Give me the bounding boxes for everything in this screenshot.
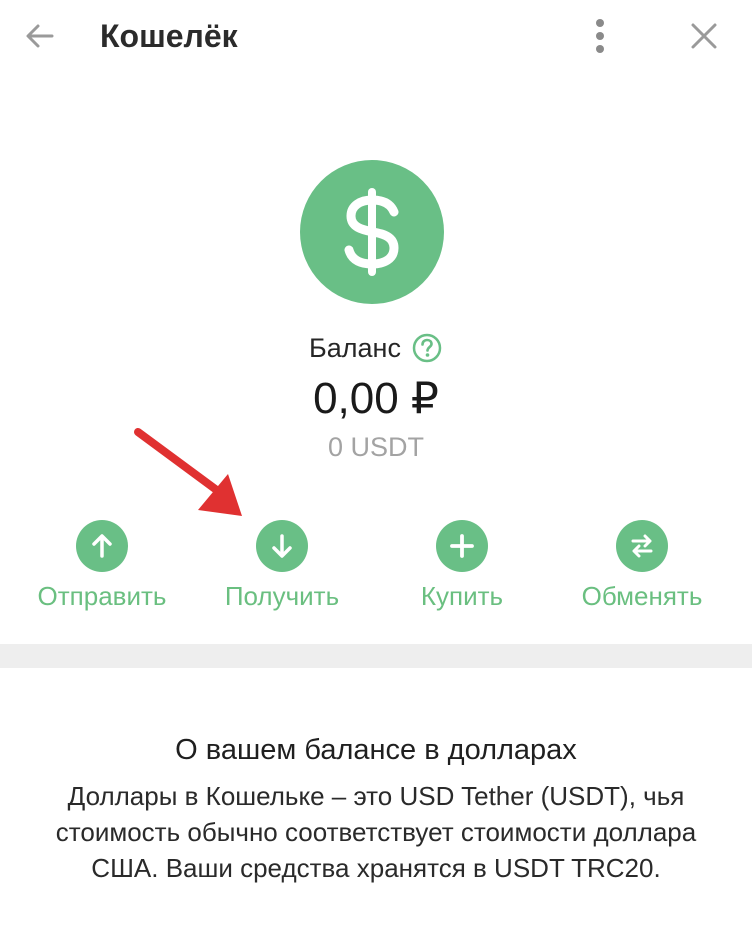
kebab-menu-icon (596, 19, 604, 53)
buy-button[interactable]: Купить (372, 518, 552, 618)
annotation-arrow-icon (134, 428, 242, 516)
arrow-left-icon (26, 24, 54, 48)
close-button[interactable] (682, 14, 726, 58)
balance-help-button[interactable] (411, 332, 443, 364)
receive-button[interactable]: Получить (192, 518, 372, 618)
info-description: Доллары в Кошельке – это USD Tether (USD… (55, 781, 697, 883)
send-label: Отправить (37, 581, 167, 611)
question-circle-icon (412, 333, 442, 363)
usdt-coin-avatar (300, 160, 444, 304)
receive-label: Получить (224, 581, 340, 611)
send-button[interactable]: Отправить (12, 518, 192, 618)
action-icon-circle (256, 520, 308, 572)
wallet-actions: Отправить Получить Купить Обменять (0, 518, 752, 618)
more-options-button[interactable] (580, 14, 620, 58)
exchange-label: Обменять (581, 581, 703, 611)
page-title: Кошелёк (100, 18, 238, 54)
exchange-button[interactable]: Обменять (552, 518, 732, 618)
plus-icon (450, 534, 474, 558)
balance-amount: 0,00 ₽ (313, 374, 439, 423)
dollar-icon (344, 188, 399, 276)
close-icon (691, 23, 717, 49)
back-button[interactable] (18, 14, 62, 58)
action-icon-circle (616, 520, 668, 572)
info-title: О вашем балансе в долларах (175, 734, 577, 766)
top-bar: Кошелёк (0, 0, 752, 72)
arrow-down-icon (272, 534, 292, 558)
balance-crypto-amount: 0 USDT (327, 432, 425, 462)
swap-arrows-icon (631, 534, 653, 558)
action-icon-circle (76, 520, 128, 572)
section-divider (0, 644, 752, 668)
balance-header: Баланс (0, 330, 752, 366)
balance-label: Баланс (309, 332, 401, 363)
buy-label: Купить (420, 581, 504, 611)
arrow-up-icon (92, 534, 112, 558)
action-icon-circle (436, 520, 488, 572)
